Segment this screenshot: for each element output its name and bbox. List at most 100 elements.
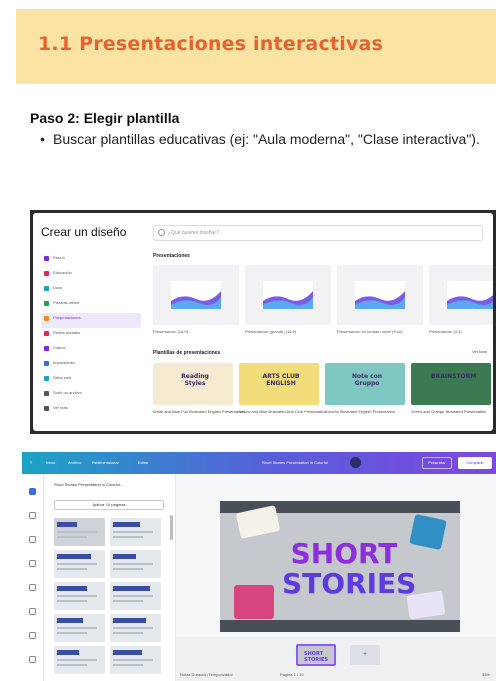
sidebar-item[interactable]: Para ti	[41, 253, 141, 268]
sidebar-item-label: Redes sociales	[53, 330, 81, 335]
presentation-format-label[interactable]: Presentación (16:9)	[153, 329, 188, 334]
presentation-format-label[interactable]: Presentación (4:3)	[429, 329, 462, 334]
rail-icon[interactable]	[29, 560, 36, 567]
rail-icon[interactable]	[29, 488, 36, 495]
slide-canvas[interactable]: SHORT STORIES	[220, 501, 460, 632]
share-button[interactable]: Compartir	[458, 457, 492, 469]
page-thumbnail[interactable]	[110, 614, 161, 642]
thumb-line	[113, 536, 143, 538]
file-menu[interactable]: Archivo	[68, 460, 81, 465]
presentation-format-card[interactable]	[245, 265, 331, 325]
edit-menu[interactable]: Editar	[138, 460, 148, 465]
template-thumbnail[interactable]: BRAINSTORM	[411, 363, 491, 405]
sidebar-item[interactable]: Vídeos	[41, 343, 141, 358]
thumb-heading	[113, 618, 146, 623]
template-thumbnail[interactable]: Reading Styles	[153, 363, 233, 405]
thumb-line	[113, 595, 153, 597]
category-icon	[44, 406, 49, 411]
sidebar-item[interactable]: Sitios web	[41, 373, 141, 388]
template-thumbnail[interactable]: Note con Gruppo	[325, 363, 405, 405]
editor-footer: Notas Duración Temporizador Página 1 / 1…	[176, 672, 496, 677]
thumb-line	[57, 659, 97, 661]
template-caption[interactable]: Green and Orange Illustrated Presentatio…	[411, 409, 486, 414]
sidebar-item[interactable]: Presentaciones	[41, 313, 141, 328]
slide-bottom-band	[220, 620, 460, 632]
category-icon	[44, 331, 49, 336]
presentation-format-card[interactable]	[337, 265, 423, 325]
thumb-line	[113, 627, 153, 629]
template-thumbnail[interactable]: ARTS CLUB ENGLISH	[239, 363, 319, 405]
sidebar-item-label: Vídeos	[53, 345, 66, 350]
page-thumbnail[interactable]	[110, 518, 161, 546]
avatar[interactable]	[350, 457, 361, 468]
page-thumbnail[interactable]	[110, 582, 161, 610]
thumb-line	[57, 563, 97, 565]
bullet-text: Buscar plantillas educativas (ej: "Aula …	[53, 131, 480, 147]
rail-icon[interactable]	[29, 512, 36, 519]
panel-scrollbar[interactable]	[170, 515, 173, 540]
category-icon	[44, 316, 49, 321]
template-caption[interactable]: Yellow and Blue Illustrated Arts Club Pr…	[239, 409, 327, 414]
thumb-line	[57, 627, 97, 629]
category-icon	[44, 376, 49, 381]
add-page-button[interactable]: +	[350, 645, 380, 665]
page-thumbnail[interactable]	[54, 582, 105, 610]
design-search-input[interactable]: ¿Qué quieres diseñar?	[153, 225, 483, 241]
thumb-line	[57, 536, 87, 538]
menu-icon[interactable]: ≡	[30, 460, 32, 465]
zoom-level[interactable]: 33%	[482, 672, 490, 677]
thumb-heading	[113, 522, 140, 527]
template-title: Reading Styles	[181, 373, 209, 387]
thumb-heading	[113, 650, 142, 655]
present-button[interactable]: Presentar	[422, 457, 452, 469]
category-icon	[44, 301, 49, 306]
page-thumbnail[interactable]	[54, 550, 105, 578]
page-thumbnail[interactable]	[110, 550, 161, 578]
home-link[interactable]: Inicio	[46, 460, 55, 465]
sidebar-item[interactable]: Redes sociales	[41, 328, 141, 343]
category-icon	[44, 346, 49, 351]
wave-graphic	[171, 291, 221, 309]
sidebar-item-label: Impresiones	[53, 360, 75, 365]
create-design-dialog: Crear un diseño Para ti Educación Docs Piza…	[33, 213, 493, 431]
rail-icon[interactable]	[29, 608, 36, 615]
sidebar-item[interactable]: Impresiones	[41, 358, 141, 373]
page-thumbnail-current[interactable]: SHORT STORIES	[296, 644, 336, 666]
presentation-format-card[interactable]	[153, 265, 239, 325]
sidebar-item-label: Presentaciones	[53, 315, 81, 320]
thumb-line	[57, 664, 87, 666]
template-caption[interactable]: Colorful Illustrated English Presentatio…	[325, 409, 395, 414]
document-title[interactable]: Short Stories Presentation in Colorful	[262, 460, 328, 465]
sidebar-item[interactable]: Ver más	[41, 403, 141, 418]
thumb-heading	[113, 554, 136, 559]
rail-icon[interactable]	[29, 632, 36, 639]
thumb-line	[57, 600, 87, 602]
rail-icon[interactable]	[29, 536, 36, 543]
search-icon	[158, 229, 165, 236]
rail-icon[interactable]	[29, 584, 36, 591]
page-thumbnail[interactable]	[54, 518, 105, 546]
slide-title: SHORT STORIES	[282, 539, 417, 600]
rail-icon[interactable]	[29, 656, 36, 663]
presentation-format-label[interactable]: Presentación en formato móvil (9:16)	[337, 329, 403, 334]
page-thumbnail[interactable]	[54, 646, 105, 674]
page-thumbnail[interactable]	[54, 614, 105, 642]
apply-pages-button[interactable]: Aplicar 19 páginas	[54, 500, 164, 510]
slide-title-line-2: STORIES	[282, 567, 417, 600]
sidebar-item[interactable]: Docs	[41, 283, 141, 298]
sidebar-item[interactable]: Pizarras online	[41, 298, 141, 313]
template-title: ARTS CLUB ENGLISH	[262, 373, 300, 387]
presentation-format-label[interactable]: Presentación (grande) (16:9)	[245, 329, 296, 334]
create-design-screenshot: Crear un diseño Para ti Educación Docs Piza…	[30, 210, 496, 434]
see-all-link[interactable]: Ver todo	[472, 349, 487, 354]
sidebar-item[interactable]: Subir un archivo	[41, 388, 141, 403]
page-thumbnail[interactable]	[110, 646, 161, 674]
template-caption[interactable]: White and Blue Fun Illustrated English P…	[153, 409, 244, 414]
resize-menu[interactable]: Redimensionar	[92, 460, 119, 465]
sidebar-item[interactable]: Educación	[41, 268, 141, 283]
presentation-format-card[interactable]	[429, 265, 493, 325]
bullet-marker: •	[40, 131, 45, 147]
search-placeholder: ¿Qué quieres diseñar?	[168, 230, 219, 236]
footer-tools[interactable]: Notas Duración Temporizador	[180, 672, 233, 677]
thumb-line	[113, 664, 143, 666]
